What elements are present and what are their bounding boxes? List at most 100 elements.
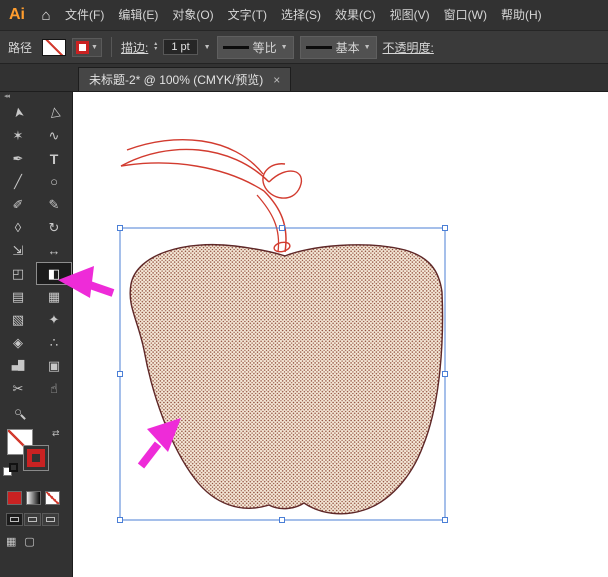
- type-tool[interactable]: T: [36, 147, 72, 170]
- menu-view[interactable]: 视图(V): [383, 0, 437, 30]
- symbol-sprayer-tool-icon: ∴: [50, 336, 58, 349]
- mesh-tool-icon: ▦: [48, 290, 60, 303]
- default-fill-stroke-button[interactable]: [3, 463, 19, 477]
- stroke-weight-value[interactable]: 1 pt: [163, 39, 197, 55]
- stroke-color-dropdown[interactable]: ▼: [72, 38, 102, 57]
- eraser-tool[interactable]: ◊: [0, 216, 36, 239]
- illustrator-window: Ai ⌂ 文件(F) 编辑(E) 对象(O) 文字(T) 选择(S) 效果(C)…: [0, 0, 608, 577]
- shape-builder-tool[interactable]: ◧: [36, 262, 72, 285]
- opacity-link[interactable]: 不透明度:: [383, 39, 434, 56]
- home-icon[interactable]: ⌂: [34, 7, 58, 24]
- paintbrush-tool-icon: ✐: [13, 198, 24, 211]
- selection-handle[interactable]: [280, 226, 285, 231]
- tools-grid: ➤ ▷ ✶ ∿ ✒ T ╱ ○ ✐ ✎ ◊ ↻ ⇲ ↔ ◰ ◧ ▤ ▦ ▧ ✦ …: [0, 101, 72, 423]
- stroke-panel-link[interactable]: 描边:: [121, 39, 148, 56]
- magic-wand-tool-icon: ✶: [13, 129, 24, 142]
- menu-file[interactable]: 文件(F): [58, 0, 111, 30]
- zoom-tool-icon: ○: [14, 405, 22, 418]
- selection-handle[interactable]: [118, 226, 123, 231]
- pencil-tool[interactable]: ✎: [36, 193, 72, 216]
- free-transform-tool[interactable]: ◰: [0, 262, 36, 285]
- line-segment-tool[interactable]: ╱: [0, 170, 36, 193]
- hand-tool[interactable]: ☝: [36, 377, 72, 400]
- gradient-button[interactable]: [26, 491, 41, 505]
- none-button[interactable]: [45, 491, 60, 505]
- tool-slot-empty: [36, 400, 72, 423]
- line-segment-tool-icon: ╱: [14, 175, 22, 188]
- symbol-sprayer-tool[interactable]: ∴: [36, 331, 72, 354]
- draw-behind-button[interactable]: [24, 513, 41, 526]
- shape-builder-tool-icon: ◧: [48, 267, 60, 280]
- width-profile-preview: [223, 46, 249, 49]
- selection-handle[interactable]: [118, 518, 123, 523]
- column-graph-tool-icon: ▄█: [12, 361, 25, 370]
- close-icon[interactable]: ×: [273, 73, 280, 87]
- width-tool[interactable]: ↔: [36, 239, 72, 262]
- color-button[interactable]: [7, 491, 22, 505]
- blend-tool-icon: ◈: [13, 336, 23, 349]
- menu-edit[interactable]: 编辑(E): [111, 0, 165, 30]
- draw-inside-button[interactable]: [42, 513, 59, 526]
- selection-tool[interactable]: ➤: [0, 101, 36, 124]
- paintbrush-tool[interactable]: ✐: [0, 193, 36, 216]
- divider: [111, 37, 112, 57]
- panel-collapse-icon[interactable]: ◂◂: [0, 92, 72, 101]
- free-transform-tool-icon: ◰: [12, 267, 24, 280]
- hand-tool-icon: ☝: [50, 382, 58, 395]
- selection-handle[interactable]: [443, 226, 448, 231]
- eraser-tool-icon: ◊: [15, 221, 21, 234]
- menu-window[interactable]: 窗口(W): [437, 0, 494, 30]
- artboard-tool[interactable]: ▣: [36, 354, 72, 377]
- rotate-tool[interactable]: ↻: [36, 216, 72, 239]
- control-bar: 路径 ▼ 描边: ▴ ▾ 1 pt ▼ 等比 ▼ 基本 ▼ 不透明度:: [0, 30, 608, 64]
- pen-tool[interactable]: ✒: [0, 147, 36, 170]
- stroke-swatch[interactable]: [23, 445, 49, 471]
- eyedropper-tool[interactable]: ✦: [36, 308, 72, 331]
- menu-type[interactable]: 文字(T): [221, 0, 274, 30]
- perspective-grid-tool-icon: ▤: [12, 290, 24, 303]
- stroke-weight-stepper[interactable]: ▴ ▾: [154, 42, 157, 52]
- fill-color-swatch[interactable]: [42, 39, 66, 56]
- screen-mode-icon[interactable]: ▦: [6, 535, 16, 548]
- draw-normal-button[interactable]: [6, 513, 23, 526]
- ellipse-tool[interactable]: ○: [36, 170, 72, 193]
- selection-handle[interactable]: [280, 518, 285, 523]
- swap-fill-stroke-icon[interactable]: ⇄: [52, 428, 60, 439]
- selection-handle[interactable]: [118, 372, 123, 377]
- menu-object[interactable]: 对象(O): [165, 0, 220, 30]
- blend-tool[interactable]: ◈: [0, 331, 36, 354]
- menu-help[interactable]: 帮助(H): [494, 0, 549, 30]
- leaf-sketch[interactable]: [121, 140, 301, 198]
- direct-selection-tool-icon: ▷: [47, 106, 62, 118]
- menu-effect[interactable]: 效果(C): [328, 0, 383, 30]
- artboard-canvas[interactable]: [73, 92, 608, 577]
- gradient-tool[interactable]: ▧: [0, 308, 36, 331]
- slice-tool[interactable]: ✂: [0, 377, 36, 400]
- stepper-down-icon[interactable]: ▾: [154, 47, 157, 52]
- mesh-tool[interactable]: ▦: [36, 285, 72, 308]
- lasso-tool-icon: ∿: [49, 129, 60, 142]
- lasso-tool[interactable]: ∿: [36, 124, 72, 147]
- scale-tool[interactable]: ⇲: [0, 239, 36, 262]
- stroke-weight-dropdown-icon[interactable]: ▼: [204, 44, 211, 51]
- chevron-down-icon: ▼: [91, 44, 98, 51]
- fill-stroke-indicator: ⇄: [0, 425, 72, 487]
- apply-color-row: [0, 491, 72, 505]
- stem-base-ellipse[interactable]: [273, 241, 291, 253]
- direct-selection-tool[interactable]: ▷: [36, 101, 72, 124]
- document-tab[interactable]: 未标题-2* @ 100% (CMYK/预览) ×: [78, 67, 291, 91]
- selection-handle[interactable]: [443, 372, 448, 377]
- perspective-grid-tool[interactable]: ▤: [0, 285, 36, 308]
- zoom-tool[interactable]: ○: [0, 400, 36, 423]
- menu-select[interactable]: 选择(S): [274, 0, 328, 30]
- magic-wand-tool[interactable]: ✶: [0, 124, 36, 147]
- selection-handle[interactable]: [443, 518, 448, 523]
- context-label: 路径: [8, 39, 32, 56]
- column-graph-tool[interactable]: ▄█: [0, 354, 36, 377]
- width-profile-dropdown[interactable]: 等比 ▼: [217, 36, 294, 59]
- menu-bar: Ai ⌂ 文件(F) 编辑(E) 对象(O) 文字(T) 选择(S) 效果(C)…: [0, 0, 608, 30]
- apple-shape[interactable]: [130, 245, 442, 514]
- brush-definition-dropdown[interactable]: 基本 ▼: [300, 36, 377, 59]
- rotate-tool-icon: ↻: [49, 221, 60, 234]
- normal-screen-icon[interactable]: ▢: [24, 535, 34, 548]
